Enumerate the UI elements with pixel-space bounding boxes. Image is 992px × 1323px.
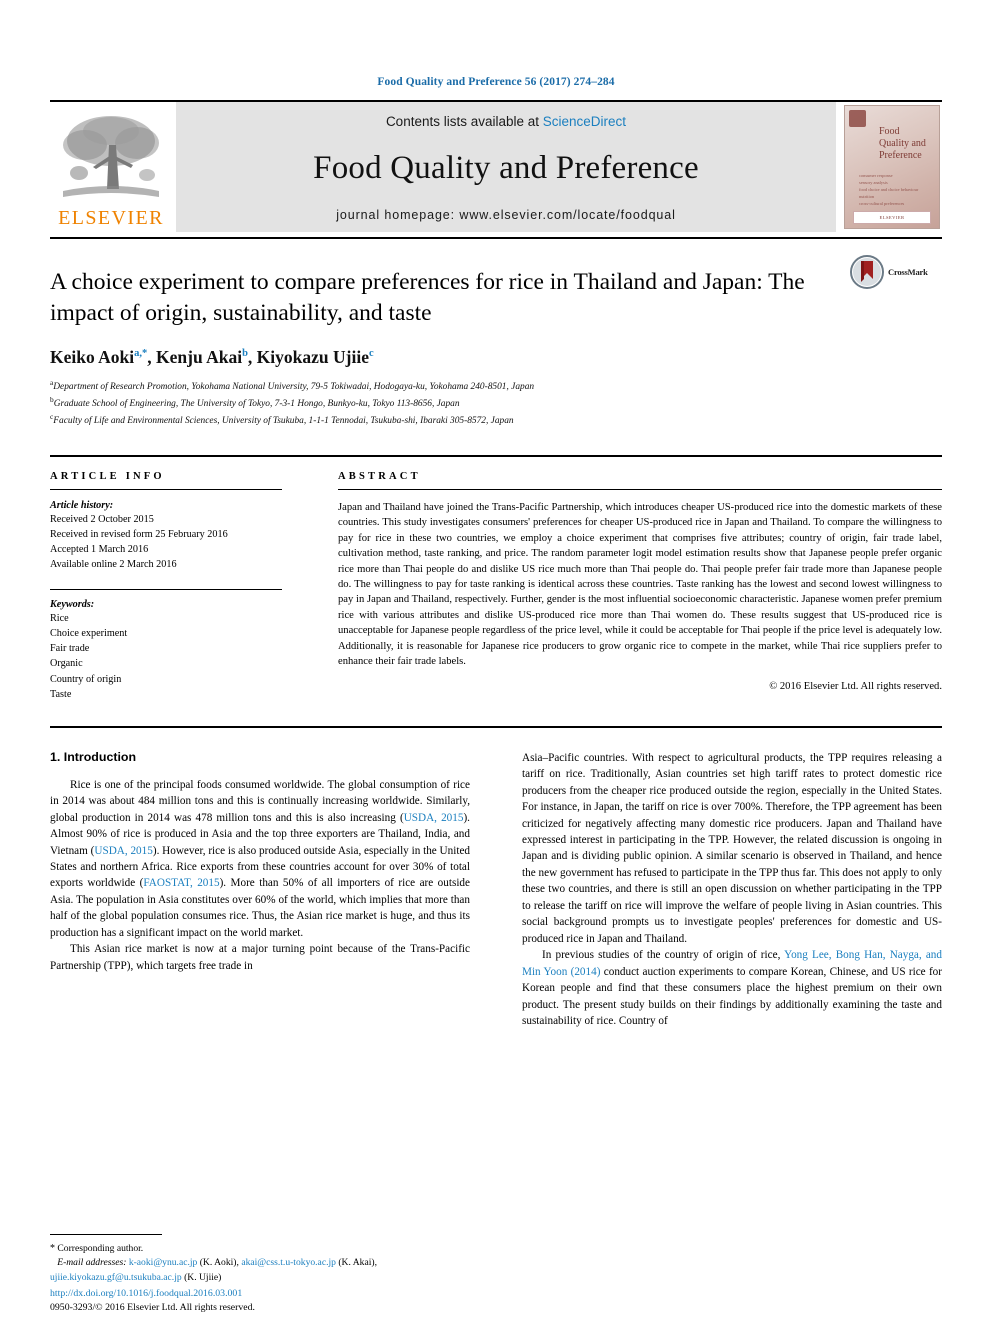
article-info-heading: ARTICLE INFO [50,470,165,482]
affiliation-item: aDepartment of Research Promotion, Yokoh… [50,377,942,394]
crossmark-badge[interactable]: CrossMark [850,255,942,289]
affiliation-item: bGraduate School of Engineering, The Uni… [50,394,942,411]
cover-title: Food Quality and Preference [879,126,926,161]
info-abstract-section: ARTICLE INFO Article history: Received 2… [50,454,942,702]
affiliation-list: aDepartment of Research Promotion, Yokoh… [50,377,942,429]
keywords-label: Keywords: [50,599,95,611]
paragraph: Rice is one of the principal foods consu… [50,777,470,942]
author-name: Keiko Aoki [50,346,135,367]
footnote-divider [50,1233,162,1235]
cover-title-line-3: Preference [879,149,922,161]
crossmark-label: CrossMark [888,267,928,277]
article-history-item: Received 2 October 2015 [50,513,154,525]
author-affiliation-mark: a,* [134,347,148,359]
cover-title-line-1: Food [879,126,900,137]
article-history-item: Accepted 1 March 2016 [50,543,149,555]
affiliation-text: Department of Research Promotion, Yokoha… [53,381,535,392]
article-history-label: Article history: [50,499,114,511]
contents-prefix: Contents lists available at [385,114,543,129]
divider [338,488,942,490]
cover-bullet: cross-cultural preferences [859,201,905,207]
body-left-column: 1. Introduction Rice is one of the princ… [50,750,470,1030]
contents-available-line: Contents lists available at ScienceDirec… [386,114,626,129]
issn-copyright-line: 0950-3293/© 2016 Elsevier Ltd. All right… [50,1301,255,1313]
section-title-introduction: 1. Introduction [50,749,137,764]
affiliation-text: Graduate School of Engineering, The Univ… [53,399,460,410]
paragraph: In previous studies of the country of or… [522,947,942,1029]
paragraph: Asia–Pacific countries. With respect to … [522,751,942,945]
doi-link[interactable]: http://dx.doi.org/10.1016/j.foodqual.201… [50,1287,480,1301]
title-block: A choice experiment to compare preferenc… [50,237,942,429]
cover-bullet-list: consumer response sensory analysis food … [859,172,931,207]
email-owner: (K. Ujiie) [184,1271,222,1283]
paragraph-text: In previous studies of the country of or… [542,949,785,962]
journal-article-page: Food Quality and Preference 56 (2017) 27… [0,0,992,1323]
body-right-column: Asia–Pacific countries. With respect to … [522,750,942,1030]
corresponding-author-text: Corresponding author. [57,1242,144,1254]
page-title: A choice experiment to compare preferenc… [50,269,805,327]
footnote-block: * Corresponding author. E-mail addresses… [50,1233,470,1285]
journal-title: Food Quality and Preference [313,150,699,186]
author-list: Keiko Aokia,*, Kenju Akaib, Kiyokazu Uji… [50,346,374,367]
article-history-item: Received in revised form 25 February 201… [50,528,228,540]
cover-bullet: nutrition [859,194,875,200]
cover-elsevier-icon [849,110,866,127]
asterisk-icon: * [50,1242,55,1254]
elsevier-logo: ELSEVIER [50,102,172,232]
email-addresses-note: E-mail addresses: k-aoki@ynu.ac.jp (K. A… [50,1257,377,1283]
email-link[interactable]: akai@css.t.u-tokyo.ac.jp [241,1257,336,1268]
abstract-copyright: © 2016 Elsevier Ltd. All rights reserved… [769,680,942,692]
divider [50,488,282,490]
cover-bullet: consumer response [859,173,893,178]
author-name: Kenju Akai [156,346,243,367]
author-affiliation-mark: c [368,347,374,359]
email-owner: (K. Aoki) [199,1257,237,1269]
divider [50,725,942,728]
citation-link[interactable]: FAOSTAT, 2015 [143,877,219,889]
keyword-item: Choice experiment [50,628,128,640]
cover-bullet: food choice and choice behaviour [859,187,919,193]
author-affiliation-mark: b [242,347,248,359]
journal-cover-thumbnail[interactable]: Food Quality and Preference consumer res… [842,102,942,232]
email-link[interactable]: ujiie.kiyokazu.gf@u.tsukuba.ac.jp [50,1272,182,1283]
abstract-heading: ABSTRACT [338,470,421,482]
keyword-item: Taste [50,688,72,700]
running-head: Food Quality and Preference 56 (2017) 27… [377,76,615,88]
abstract-text: Japan and Thailand have joined the Trans… [338,501,942,668]
sciencedirect-link[interactable]: ScienceDirect [543,114,626,129]
crossmark-icon [850,255,884,289]
article-info-column: ARTICLE INFO Article history: Received 2… [50,471,282,702]
citation-link[interactable]: USDA, 2015 [404,812,464,824]
keyword-item: Rice [50,613,69,625]
paragraph: This Asian rice market is now at a major… [50,943,470,972]
keyword-item: Country of origin [50,673,122,685]
cover-image: Food Quality and Preference consumer res… [844,105,940,229]
cover-footer-label: ELSEVIER [879,215,905,220]
divider [50,589,282,591]
keyword-item: Organic [50,658,83,670]
cover-bullet: sensory analysis [859,180,888,186]
journal-masthead: ELSEVIER Contents lists available at Sci… [50,100,942,232]
affiliation-item: cFaculty of Life and Environmental Scien… [50,411,942,428]
citation-link[interactable]: USDA, 2015 [94,845,152,857]
email-link[interactable]: k-aoki@ynu.ac.jp [129,1257,198,1268]
email-owner: (K. Akai) [338,1257,375,1269]
affiliation-text: Faculty of Life and Environmental Scienc… [53,416,514,427]
cover-footer: ELSEVIER [853,211,931,224]
corresponding-author-note: * Corresponding author. [50,1241,470,1256]
doi-block: http://dx.doi.org/10.1016/j.foodqual.201… [50,1287,480,1315]
email-label: E-mail addresses: [57,1257,127,1269]
cover-title-line-2: Quality and [879,137,926,149]
abstract-column: ABSTRACT Japan and Thailand have joined … [338,471,942,702]
body-columns: 1. Introduction Rice is one of the princ… [50,750,942,1030]
elsevier-tree-icon [59,111,163,207]
keyword-item: Fair trade [50,643,90,655]
author-name: Kiyokazu Ujiie [256,346,369,367]
elsevier-wordmark: ELSEVIER [58,207,164,229]
journal-homepage-link[interactable]: journal homepage: www.elsevier.com/locat… [336,208,676,222]
masthead-center: Contents lists available at ScienceDirec… [176,102,836,232]
article-history-item: Available online 2 March 2016 [50,559,177,571]
